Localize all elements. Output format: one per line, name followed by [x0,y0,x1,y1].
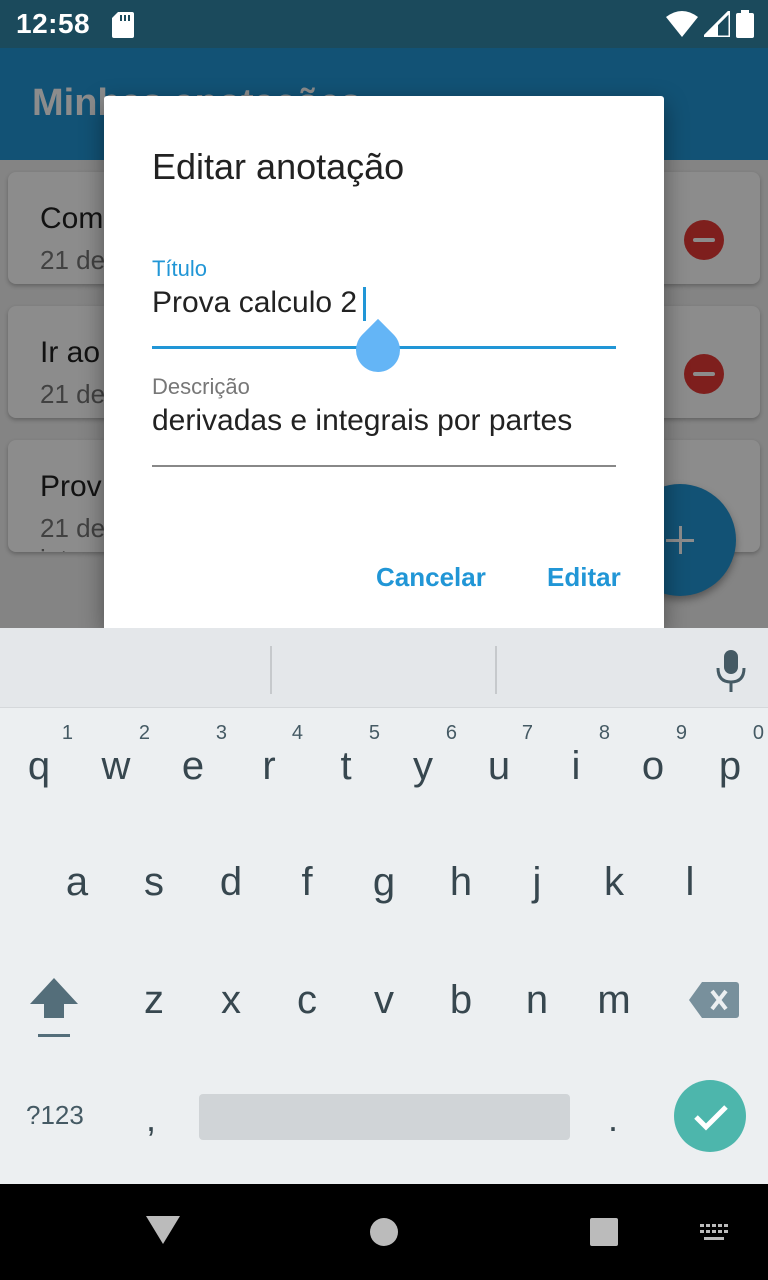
system-nav-bar [0,1184,768,1280]
key-label: b [449,978,473,1022]
period-key[interactable]: . [608,1098,618,1140]
suggestion-divider [270,646,272,694]
key-n[interactable]: n [499,944,575,1054]
back-icon[interactable] [146,1214,180,1246]
title-input[interactable]: Prova calculo 2 [152,286,367,322]
checkmark-icon [694,1105,728,1131]
done-key[interactable] [674,1080,746,1152]
key-s[interactable]: s [116,826,192,936]
key-v[interactable]: v [346,944,422,1054]
backspace-icon[interactable] [688,980,740,1020]
key-label: r [262,744,276,788]
key-label: x [221,978,241,1022]
symbols-key[interactable]: ?123 [26,1100,84,1131]
key-label: u [487,744,511,788]
comma-key[interactable]: , [146,1098,156,1140]
recents-icon[interactable] [589,1217,619,1247]
key-r[interactable]: 4r [231,708,307,818]
key-o[interactable]: 9o [615,708,691,818]
key-b[interactable]: b [423,944,499,1054]
key-j[interactable]: j [499,826,575,936]
key-i[interactable]: 8i [538,708,614,818]
cursor-handle[interactable] [346,318,410,382]
key-w[interactable]: 2w [78,708,154,818]
key-c[interactable]: c [269,944,345,1054]
description-field-label: Descrição [152,374,250,399]
cancel-button[interactable]: Cancelar [376,562,486,593]
shift-icon[interactable] [24,974,84,1046]
wifi-icon [666,11,698,37]
home-icon[interactable] [369,1217,399,1247]
key-f[interactable]: f [269,826,345,936]
key-label: f [301,860,313,904]
key-label: y [413,744,433,788]
suggestion-divider [495,646,497,694]
key-label: h [449,860,473,904]
dialog-title: Editar anotação [152,146,405,187]
key-label: s [144,860,164,904]
text-cursor [363,287,367,322]
key-e[interactable]: 3e [155,708,231,818]
key-m[interactable]: m [576,944,652,1054]
key-label: q [27,744,51,788]
keyboard-switch-icon[interactable] [698,1222,732,1244]
key-label: c [297,978,317,1022]
key-k[interactable]: k [576,826,652,936]
key-label: m [597,978,631,1022]
key-number-hint: 8 [598,722,610,744]
description-input-underline [152,465,616,467]
key-h[interactable]: h [423,826,499,936]
key-x[interactable]: x [193,944,269,1054]
key-number-hint: 2 [138,722,150,744]
key-number-hint: 5 [368,722,380,744]
key-label: e [181,744,205,788]
key-t[interactable]: 5t [308,708,384,818]
key-number-hint: 0 [752,722,764,744]
suggestion-strip [0,628,768,708]
title-input-value: Prova calculo 2 [152,286,358,319]
key-label: p [718,744,742,788]
key-label: a [65,860,89,904]
key-label: d [219,860,243,904]
key-number-hint: 4 [291,722,303,744]
soft-keyboard: 1q 2w 3e 4r 5t 6y 7u 8i 9o 0p a s d f g … [0,628,768,1184]
battery-icon [736,10,754,38]
space-bar[interactable] [199,1094,570,1140]
key-label: w [101,744,131,788]
key-label: z [144,978,164,1022]
key-label: n [525,978,549,1022]
key-p[interactable]: 0p [692,708,768,818]
key-g[interactable]: g [346,826,422,936]
key-number-hint: 6 [445,722,457,744]
key-l[interactable]: l [652,826,728,936]
key-label: l [685,860,695,904]
title-field-label: Título [152,256,208,281]
description-input[interactable]: derivadas e integrais por partes [152,404,572,438]
key-a[interactable]: a [39,826,115,936]
key-label: t [340,744,352,788]
key-label: i [571,744,581,788]
key-number-hint: 9 [675,722,687,744]
status-bar: 12:58 [0,0,768,48]
key-label: g [372,860,396,904]
key-number-hint: 1 [61,722,73,744]
key-d[interactable]: d [193,826,269,936]
sd-card-icon [112,12,134,38]
key-label: j [532,860,542,904]
key-y[interactable]: 6y [385,708,461,818]
key-z[interactable]: z [116,944,192,1054]
key-u[interactable]: 7u [461,708,537,818]
status-time: 12:58 [16,8,91,39]
edit-button[interactable]: Editar [547,562,621,593]
key-label: k [604,860,624,904]
key-number-hint: 7 [521,722,533,744]
key-number-hint: 3 [215,722,227,744]
key-label: o [641,744,665,788]
microphone-icon[interactable] [716,650,746,692]
edit-note-dialog: Editar anotação Título Prova calculo 2 D… [104,96,664,628]
key-q[interactable]: 1q [1,708,77,818]
key-label: v [374,978,394,1022]
cell-signal-icon [704,11,730,37]
